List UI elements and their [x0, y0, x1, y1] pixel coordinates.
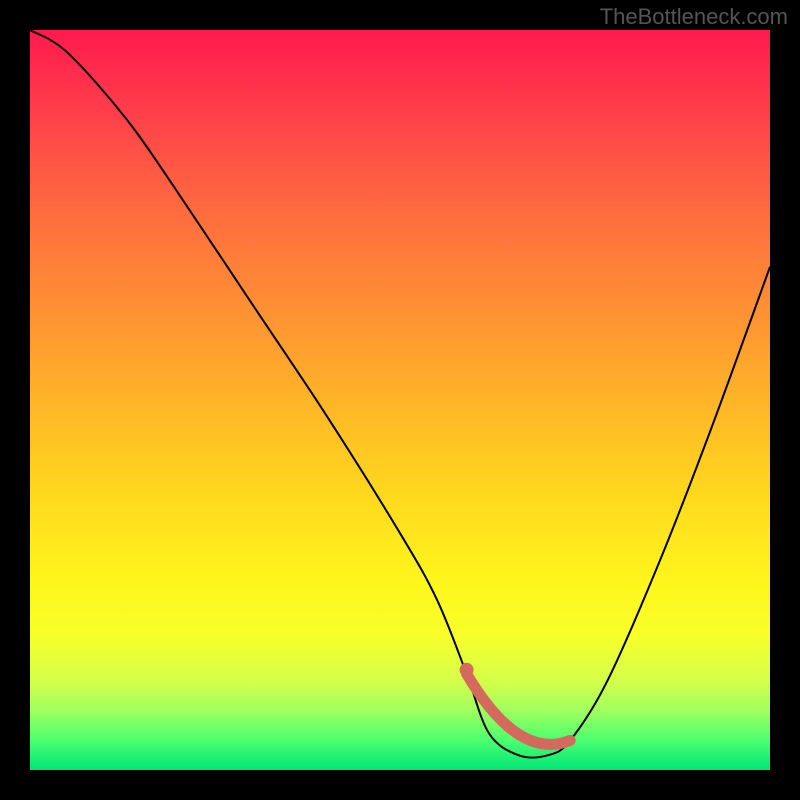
chart-svg [30, 30, 770, 770]
flat-region-start-dot [460, 663, 474, 677]
plot-area [30, 30, 770, 770]
flat-region-highlight [467, 674, 571, 745]
bottleneck-curve [30, 30, 770, 758]
watermark-text: TheBottleneck.com [600, 4, 788, 30]
